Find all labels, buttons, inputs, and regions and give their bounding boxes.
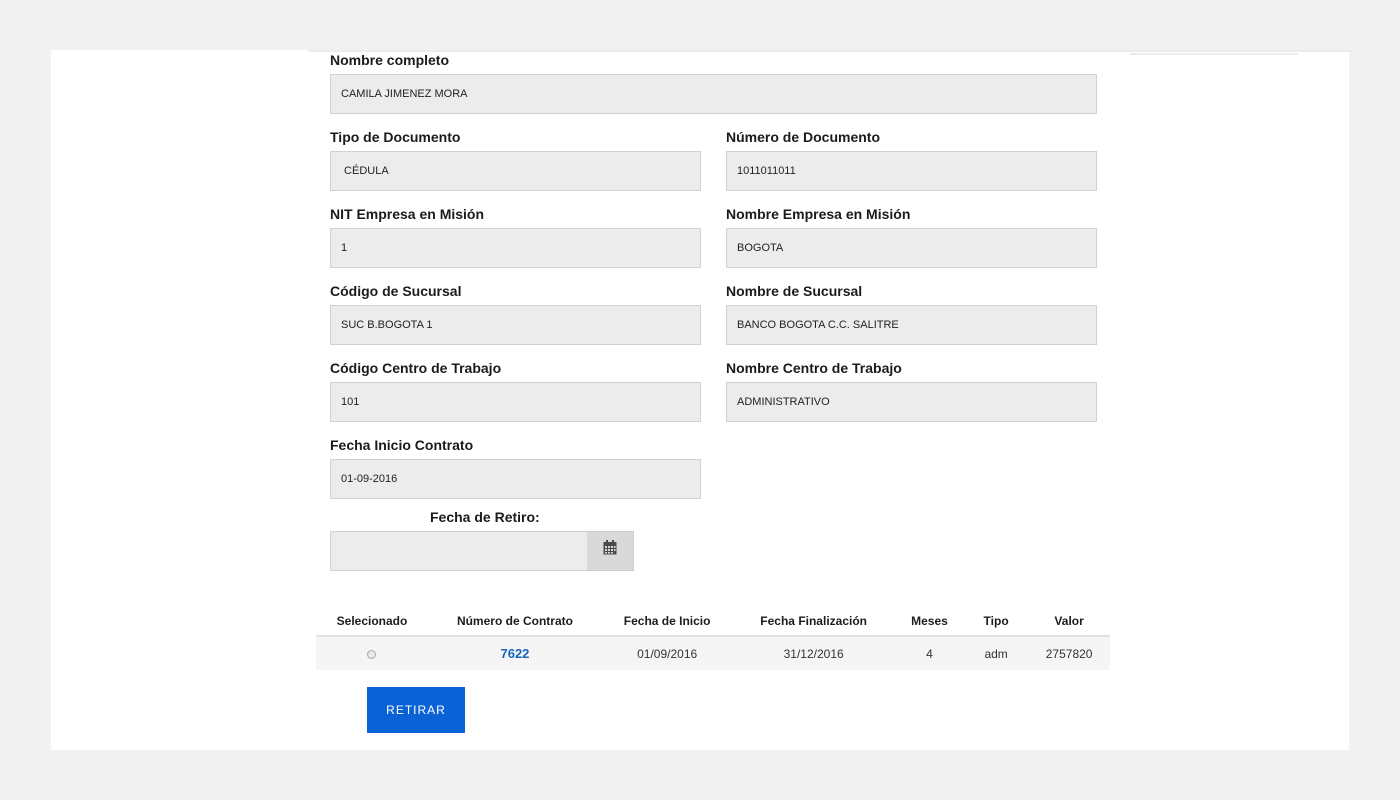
- top-divider-right: [1130, 53, 1298, 55]
- table-row: 7622 01/09/2016 31/12/2016 4 adm 2757820: [316, 636, 1110, 670]
- calendar-icon: [603, 540, 617, 555]
- contracts-table: Selecionado Número de Contrato Fecha de …: [316, 607, 1110, 670]
- col-selecionado: Selecionado: [316, 607, 428, 637]
- tipo-documento-label: Tipo de Documento: [330, 129, 461, 145]
- fecha-inicio-field[interactable]: 01-09-2016: [330, 459, 701, 499]
- nombre-centro-field[interactable]: ADMINISTRATIVO: [726, 382, 1097, 422]
- codigo-sucursal-field[interactable]: SUC B.BOGOTA 1: [330, 305, 701, 345]
- codigo-sucursal-label: Código de Sucursal: [330, 283, 462, 299]
- col-tipo: Tipo: [964, 607, 1029, 637]
- col-fecha-finalizacion: Fecha Finalización: [732, 607, 895, 637]
- col-fecha-inicio: Fecha de Inicio: [601, 607, 733, 637]
- top-divider: [308, 50, 1354, 52]
- col-valor: Valor: [1028, 607, 1110, 637]
- cell-numero: 7622: [427, 636, 602, 670]
- nombre-centro-label: Nombre Centro de Trabajo: [726, 360, 902, 376]
- col-numero-contrato: Número de Contrato: [427, 607, 602, 637]
- date-picker-button[interactable]: [587, 531, 634, 571]
- nombre-sucursal-field[interactable]: BANCO BOGOTA C.C. SALITRE: [726, 305, 1097, 345]
- codigo-centro-label: Código Centro de Trabajo: [330, 360, 502, 376]
- cell-selecionado: [316, 636, 428, 670]
- contract-number-link[interactable]: 7622: [500, 646, 529, 661]
- tipo-documento-field[interactable]: CÉDULA: [330, 151, 701, 191]
- select-radio[interactable]: [367, 649, 377, 659]
- fecha-inicio-label: Fecha Inicio Contrato: [330, 437, 474, 453]
- cell-tipo: adm: [964, 636, 1029, 670]
- numero-documento-label: Número de Documento: [726, 129, 881, 145]
- table-header-row: Selecionado Número de Contrato Fecha de …: [316, 607, 1110, 637]
- nombre-empresa-label: Nombre Empresa en Misión: [726, 206, 911, 222]
- nombre-sucursal-label: Nombre de Sucursal: [726, 283, 863, 299]
- retirar-button[interactable]: RETIRAR: [367, 687, 465, 733]
- fecha-retiro-label: Fecha de Retiro:: [430, 509, 540, 525]
- nombre-empresa-field[interactable]: BOGOTA: [726, 228, 1097, 268]
- cell-valor: 2757820: [1028, 636, 1110, 670]
- fecha-retiro-input[interactable]: [330, 531, 588, 571]
- codigo-centro-field[interactable]: 101: [330, 382, 701, 422]
- nombre-completo-field[interactable]: CAMILA JIMENEZ MORA: [330, 74, 1097, 114]
- main-panel: Nombre completo CAMILA JIMENEZ MORA Tipo…: [51, 50, 1354, 750]
- numero-documento-field[interactable]: 1011011011: [726, 151, 1097, 191]
- col-meses: Meses: [894, 607, 964, 637]
- cell-inicio: 01/09/2016: [601, 636, 733, 670]
- cell-fin: 31/12/2016: [732, 636, 895, 670]
- cell-meses: 4: [894, 636, 964, 670]
- nit-empresa-field[interactable]: 1: [330, 228, 701, 268]
- nombre-completo-label: Nombre completo: [330, 52, 450, 68]
- nit-empresa-label: NIT Empresa en Misión: [330, 206, 485, 222]
